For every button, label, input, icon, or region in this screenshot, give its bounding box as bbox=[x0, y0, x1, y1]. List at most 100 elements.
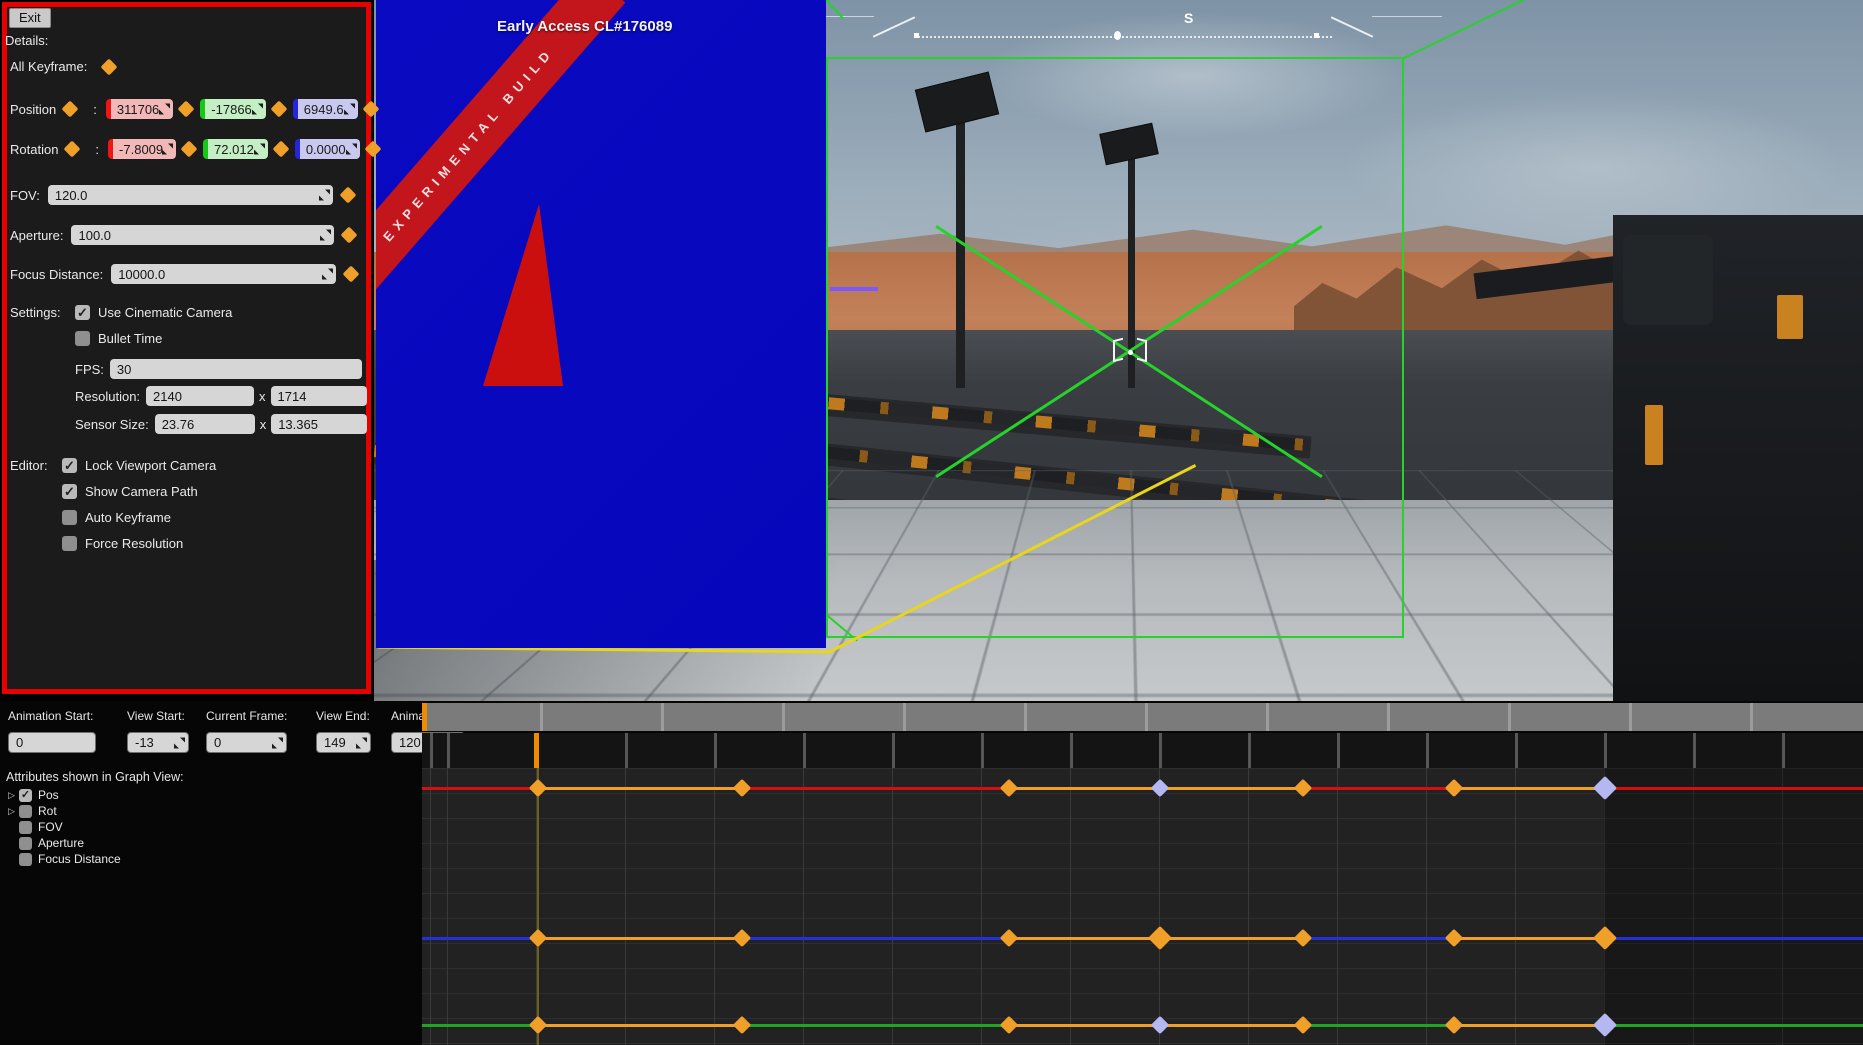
pos-z-keyframe-diamond-icon[interactable] bbox=[1444, 928, 1464, 948]
timeline-scrubber[interactable] bbox=[422, 703, 1863, 731]
scrubber-playhead[interactable] bbox=[422, 703, 427, 731]
position-x-keyframe-diamond-icon[interactable] bbox=[177, 100, 195, 118]
drag-adjust-icon[interactable] bbox=[162, 143, 174, 155]
bullet-time-checkbox[interactable]: ✓ bbox=[75, 331, 90, 346]
force-resolution-checkbox[interactable]: ✓ bbox=[62, 536, 77, 551]
focus-distance-field[interactable]: 10000.0 bbox=[111, 264, 337, 284]
drag-adjust-icon[interactable] bbox=[318, 189, 330, 201]
rotation-keyframe-diamond-icon[interactable] bbox=[63, 140, 81, 158]
view-end-field[interactable]: 149 bbox=[316, 732, 371, 753]
tickband-playhead[interactable] bbox=[534, 733, 539, 768]
position-z-field[interactable]: 6949.6 bbox=[292, 99, 358, 119]
position-y-keyframe-diamond-icon[interactable] bbox=[270, 100, 288, 118]
pos-x-selected-segment[interactable] bbox=[537, 787, 743, 790]
resolution-x-field[interactable]: 2140 bbox=[146, 386, 255, 406]
auto-keyframe-checkbox[interactable]: ✓ bbox=[62, 510, 77, 525]
pos-x-keyframe-diamond-icon[interactable] bbox=[528, 778, 547, 798]
pos-x-keyframe-diamond-icon[interactable] bbox=[1151, 778, 1170, 798]
pos-z-selected-segment[interactable] bbox=[1009, 937, 1161, 940]
pos-y-selected-segment[interactable] bbox=[1009, 1024, 1161, 1027]
pos-y-selected-segment[interactable] bbox=[1453, 1024, 1606, 1027]
resolution-y-field[interactable]: 1714 bbox=[270, 386, 367, 406]
fov-keyframe-diamond-icon[interactable] bbox=[339, 186, 357, 204]
aperture-label: Aperture: bbox=[10, 227, 64, 243]
keyframe-graph[interactable] bbox=[422, 768, 1863, 1045]
frame-tick-band[interactable] bbox=[422, 733, 1863, 768]
fov-field[interactable]: 120.0 bbox=[47, 185, 333, 205]
position-keyframe-diamond-icon[interactable] bbox=[61, 100, 79, 118]
show-camera-path-checkbox[interactable]: ✓ bbox=[62, 484, 77, 499]
drag-adjust-icon[interactable] bbox=[159, 103, 171, 115]
drag-adjust-icon[interactable] bbox=[343, 103, 355, 115]
rotation-x-field[interactable]: -7.8009 bbox=[108, 139, 177, 159]
aperture-field[interactable]: 100.0 bbox=[71, 225, 335, 245]
rotation-y-field[interactable]: 72.012 bbox=[203, 139, 268, 159]
pos-x-keyframe-diamond-icon[interactable] bbox=[1293, 778, 1312, 798]
graph-playhead-line[interactable] bbox=[536, 768, 539, 1045]
drag-adjust-icon[interactable] bbox=[253, 143, 265, 155]
rotation-x-keyframe-diamond-icon[interactable] bbox=[180, 140, 198, 158]
pos-y-keyframe-diamond-icon[interactable] bbox=[1151, 1015, 1170, 1035]
pos-y-selected-segment[interactable] bbox=[1160, 1024, 1303, 1027]
sensor-x-field[interactable]: 23.76 bbox=[154, 414, 255, 434]
drag-adjust-icon[interactable] bbox=[320, 229, 332, 241]
pos-y-keyframe-diamond-icon[interactable] bbox=[1444, 1015, 1464, 1035]
rotation-y-keyframe-diamond-icon[interactable] bbox=[272, 140, 290, 158]
pos-z-keyframe-diamond-icon[interactable] bbox=[1148, 925, 1173, 951]
all-keyframe-diamond-icon[interactable] bbox=[100, 58, 118, 75]
drag-adjust-icon[interactable] bbox=[356, 737, 367, 748]
exit-button[interactable]: Exit bbox=[9, 8, 51, 28]
pos-z-keyframe-diamond-icon[interactable] bbox=[1293, 928, 1312, 948]
pos-z-keyframe-diamond-icon[interactable] bbox=[733, 928, 752, 948]
aperture-keyframe-diamond-icon[interactable] bbox=[340, 226, 358, 244]
pos-x-selected-segment[interactable] bbox=[1453, 787, 1606, 790]
pos-y-selected-segment[interactable] bbox=[537, 1024, 743, 1027]
pos-z-keyframe-diamond-icon[interactable] bbox=[528, 928, 547, 948]
attr-pos-label: Pos bbox=[38, 788, 59, 802]
drag-adjust-icon[interactable] bbox=[345, 143, 357, 155]
pos-y-keyframe-diamond-icon[interactable] bbox=[528, 1015, 547, 1035]
pos-z-selected-segment[interactable] bbox=[1453, 937, 1606, 940]
pos-z-keyframe-diamond-icon[interactable] bbox=[999, 928, 1019, 948]
current-frame-field[interactable]: 0 bbox=[206, 732, 287, 753]
pos-x-keyframe-diamond-icon[interactable] bbox=[999, 778, 1019, 798]
position-y-field[interactable]: -17866 bbox=[200, 99, 266, 119]
pos-z-selected-segment[interactable] bbox=[1160, 937, 1303, 940]
drag-adjust-icon[interactable] bbox=[322, 268, 334, 280]
animation-start-field[interactable]: 0 bbox=[8, 732, 96, 753]
pos-y-keyframe-diamond-icon[interactable] bbox=[733, 1015, 752, 1035]
version-label: Early Access CL#176089 bbox=[497, 18, 673, 35]
pos-x-keyframe-diamond-icon[interactable] bbox=[733, 778, 752, 798]
lock-viewport-camera-checkbox[interactable]: ✓ bbox=[62, 458, 77, 473]
drag-adjust-icon[interactable] bbox=[272, 737, 283, 748]
pos-y-keyframe-diamond-icon[interactable] bbox=[1293, 1015, 1312, 1035]
use-cinematic-camera-checkbox[interactable]: ✓ bbox=[75, 305, 90, 320]
view-start-field[interactable]: -13 bbox=[127, 732, 189, 753]
rotation-z-field[interactable]: 0.0000 bbox=[294, 139, 360, 159]
attr-focus-checkbox[interactable]: ✓ bbox=[19, 852, 32, 866]
attr-pos-checkbox[interactable]: ✓ bbox=[19, 788, 32, 802]
attr-aperture-checkbox[interactable]: ✓ bbox=[19, 836, 32, 850]
drag-adjust-icon[interactable] bbox=[174, 737, 185, 748]
pos-y-keyframe-diamond-icon[interactable] bbox=[999, 1015, 1019, 1035]
expand-arrow-icon[interactable]: ▷ bbox=[8, 790, 19, 801]
compass-south-label: S bbox=[1184, 10, 1195, 26]
sensor-size-label: Sensor Size: bbox=[75, 416, 149, 432]
attr-fov-checkbox[interactable]: ✓ bbox=[19, 820, 32, 834]
game-viewport[interactable]: S EXPERIMENTAL BUILD Early Access CL#176… bbox=[374, 0, 1863, 701]
drag-adjust-icon[interactable] bbox=[251, 103, 263, 115]
sensor-y-field[interactable]: 13.365 bbox=[271, 414, 368, 434]
focus-distance-keyframe-diamond-icon[interactable] bbox=[342, 265, 360, 283]
position-x-field[interactable]: 311706 bbox=[105, 99, 174, 119]
pos-x-selected-segment[interactable] bbox=[1009, 787, 1161, 790]
resolution-label: Resolution: bbox=[75, 388, 141, 404]
pos-x-selected-segment[interactable] bbox=[1160, 787, 1303, 790]
out-of-range-shade bbox=[1604, 768, 1863, 1045]
attr-rot-checkbox[interactable]: ✓ bbox=[19, 804, 32, 818]
compass-dot bbox=[914, 33, 919, 38]
pos-x-keyframe-diamond-icon[interactable] bbox=[1444, 778, 1464, 798]
pos-z-selected-segment[interactable] bbox=[537, 937, 743, 940]
fps-field[interactable]: 30 bbox=[109, 359, 362, 379]
robot-arm bbox=[1473, 215, 1863, 701]
expand-arrow-icon[interactable]: ▷ bbox=[8, 806, 19, 817]
